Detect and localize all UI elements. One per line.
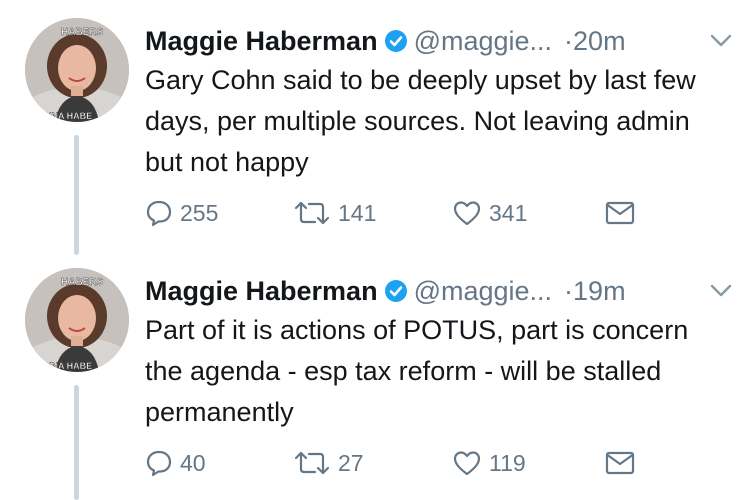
avatar-caption-top: HABERS xyxy=(61,277,104,288)
reply-count: 255 xyxy=(180,199,219,226)
tweet-actions: 255 141 341 xyxy=(145,195,645,231)
timestamp[interactable]: 19m xyxy=(573,276,626,306)
author-handle[interactable]: @maggie... xyxy=(414,26,552,56)
tweet-header: Maggie Haberman @maggie... ·20m xyxy=(145,24,732,58)
tweet-text: Part of it is actions of POTUS, part is … xyxy=(145,315,689,427)
avatar-caption-bottom: GONNA HABE xyxy=(31,111,92,121)
tweet[interactable]: HABERS GONNA HABE Maggie Haberman @maggie… xyxy=(0,250,750,500)
heart-icon xyxy=(453,201,481,226)
direct-message-icon xyxy=(605,201,635,225)
verified-badge-icon xyxy=(384,280,407,302)
timestamp[interactable]: 20m xyxy=(573,26,626,56)
author-name[interactable]: Maggie Haberman xyxy=(145,276,378,306)
verified-badge-icon xyxy=(384,30,407,52)
avatar-caption-bottom: GONNA HABE xyxy=(31,361,92,371)
author-handle[interactable]: @maggie... xyxy=(414,276,552,306)
reply-icon xyxy=(146,200,172,227)
avatar[interactable]: HABERS GONNA HABE xyxy=(25,268,129,372)
retweet-icon xyxy=(294,201,330,225)
direct-message-button[interactable] xyxy=(605,445,642,481)
reply-icon xyxy=(146,450,172,477)
separator-dot: · xyxy=(564,26,574,56)
direct-message-icon xyxy=(605,451,635,475)
like-button[interactable]: 119 xyxy=(452,445,526,481)
avatar[interactable]: HABERS GONNA HABE xyxy=(25,18,129,122)
author-name[interactable]: Maggie Haberman xyxy=(145,26,378,56)
chevron-down-icon[interactable] xyxy=(710,34,732,48)
retweet-icon xyxy=(294,451,330,475)
like-count: 119 xyxy=(489,449,526,476)
retweet-count: 141 xyxy=(338,199,377,226)
chevron-down-icon[interactable] xyxy=(710,284,732,298)
like-count: 341 xyxy=(489,199,528,226)
direct-message-button[interactable] xyxy=(605,195,642,231)
avatar-caption-top: HABERS xyxy=(61,27,104,38)
tweet-actions: 40 27 119 xyxy=(145,445,645,481)
retweet-count: 27 xyxy=(338,449,364,476)
reply-button[interactable]: 40 xyxy=(145,445,206,481)
retweet-button[interactable]: 141 xyxy=(293,195,376,231)
reply-count: 40 xyxy=(180,449,206,476)
retweet-button[interactable]: 27 xyxy=(293,445,364,481)
thread-line xyxy=(74,135,79,255)
tweet-header: Maggie Haberman @maggie... ·19m xyxy=(145,274,732,308)
tweet[interactable]: HABERS GONNA HABE Maggie Haberman @maggie… xyxy=(0,0,750,255)
tweet-text: Gary Cohn said to be deeply upset by las… xyxy=(145,65,696,177)
separator-dot: · xyxy=(564,276,574,306)
heart-icon xyxy=(453,451,481,476)
thread-line xyxy=(74,385,79,500)
like-button[interactable]: 341 xyxy=(452,195,527,231)
reply-button[interactable]: 255 xyxy=(145,195,218,231)
